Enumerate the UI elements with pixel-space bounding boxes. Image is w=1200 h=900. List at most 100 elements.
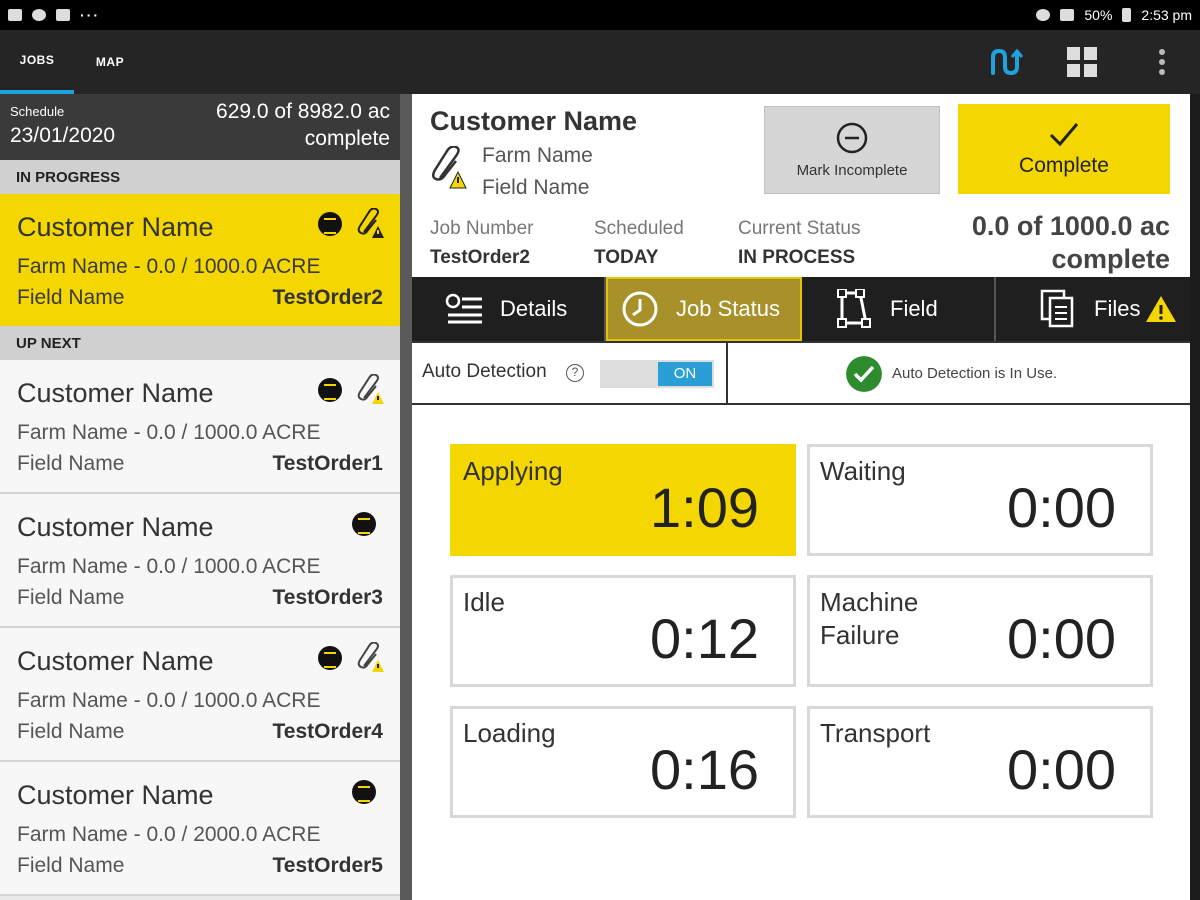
job-card[interactable]: Customer Name Farm Name - 0.0 / 1000.0 A… (0, 628, 400, 762)
attachment-warning-icon[interactable] (430, 146, 470, 190)
window-edge (1190, 94, 1200, 900)
details-list-icon (442, 289, 486, 329)
timer-idle[interactable]: Idle 0:12 (450, 575, 796, 687)
battery-percentage: 50% (1084, 7, 1113, 23)
job-order-number: TestOrder3 (272, 586, 384, 609)
clock-time: 2:53 pm (1141, 7, 1192, 23)
tab-job-status-label: Job Status (676, 296, 780, 321)
payment-icon (318, 212, 342, 236)
overflow-menu-button[interactable] (1142, 42, 1182, 82)
job-farm-acres: Farm Name - 0.0 / 1000.0 ACRE (17, 421, 321, 444)
payment-icon (352, 780, 376, 804)
moon-icon (32, 9, 46, 21)
payment-icon (318, 646, 342, 670)
job-progress-amount: 0.0 of 1000.0 ac (971, 211, 1170, 241)
job-customer-name: Customer Name (17, 212, 214, 242)
tab-jobs[interactable]: JOBS (0, 30, 74, 94)
tab-field[interactable]: Field (802, 277, 996, 341)
detail-tabbar: Details Job Status Field Files (412, 277, 1190, 341)
status-right-icons: 50% 2:53 pm (1036, 7, 1192, 23)
detail-field-name: Field Name (482, 176, 590, 199)
job-card[interactable]: Customer Name Farm Name - 0.0 / 1000.0 A… (0, 194, 400, 326)
timer-loading[interactable]: Loading 0:16 (450, 706, 796, 818)
grid-icon (1067, 47, 1097, 77)
timer-label: Transport (820, 718, 931, 748)
attachment-warning-icon (357, 208, 384, 238)
route-button[interactable] (986, 42, 1026, 82)
job-card[interactable]: Customer Name Farm Name - 0.0 / 2000.0 A… (0, 762, 400, 896)
section-header-up-next: UP NEXT (0, 326, 400, 360)
detail-customer-name: Customer Name (430, 106, 638, 136)
timer-value: 0:16 (650, 738, 759, 801)
grid-view-button[interactable] (1062, 42, 1102, 82)
timer-label: Idle (463, 587, 505, 617)
timer-value: 0:00 (1007, 476, 1116, 539)
tab-details[interactable]: Details (412, 277, 606, 341)
battery-icon (1122, 8, 1132, 22)
more-vertical-icon (1159, 49, 1165, 75)
field-boundary-icon (832, 289, 876, 329)
job-number-label: Job Number (430, 218, 534, 239)
job-number-value: TestOrder2 (430, 247, 530, 268)
timer-value: 0:12 (650, 607, 759, 670)
job-customer-name: Customer Name (17, 780, 214, 810)
more-notifications-icon: ··· (80, 7, 100, 23)
check-circle-icon (846, 356, 882, 392)
job-order-number: TestOrder4 (272, 720, 384, 743)
timer-machine-failure[interactable]: Machine Failure 0:00 (807, 575, 1153, 687)
clock-icon (618, 289, 662, 329)
timer-applying[interactable]: Applying 1:09 (450, 444, 796, 556)
job-field-name: Field Name (17, 452, 125, 475)
help-icon[interactable]: ? (566, 364, 584, 382)
tab-field-label: Field (890, 296, 938, 321)
scheduled-value: TODAY (594, 247, 659, 268)
job-farm-acres: Farm Name - 0.0 / 1000.0 ACRE (17, 555, 321, 578)
job-customer-name: Customer Name (17, 378, 214, 408)
job-field-name: Field Name (17, 586, 125, 609)
job-progress: 0.0 of 1000.0 ac complete (930, 210, 1170, 276)
timer-waiting[interactable]: Waiting 0:00 (807, 444, 1153, 556)
detail-farm-name: Farm Name (482, 144, 593, 167)
schedule-progress: 629.0 of 8982.0 ac complete (170, 98, 390, 152)
job-farm-acres: Farm Name - 0.0 / 2000.0 ACRE (17, 823, 321, 846)
mark-incomplete-label: Mark Incomplete (796, 161, 908, 179)
route-icon (991, 48, 1023, 76)
key-icon (56, 9, 70, 21)
job-customer-name: Customer Name (17, 646, 214, 676)
timer-label: Applying (463, 456, 563, 486)
panel-divider (400, 94, 412, 900)
tab-job-status[interactable]: Job Status (606, 277, 802, 341)
wifi-signal-icon (1060, 9, 1075, 21)
timer-value: 0:00 (1007, 738, 1116, 801)
mark-incomplete-button[interactable]: Mark Incomplete (764, 106, 940, 194)
minus-circle-icon (836, 122, 868, 153)
tab-files-label: Files (1094, 296, 1141, 321)
job-field-name: Field Name (17, 720, 125, 743)
auto-row-divider (726, 343, 728, 405)
schedule-label: Schedule (10, 104, 65, 119)
job-card[interactable]: Customer Name Farm Name - 0.0 / 1000.0 A… (0, 494, 400, 628)
tab-files[interactable]: Files (996, 277, 1190, 341)
timer-transport[interactable]: Transport 0:00 (807, 706, 1153, 818)
timer-value: 1:09 (650, 476, 759, 539)
schedule-date[interactable]: 23/01/2020 (10, 124, 115, 148)
payment-icon (352, 512, 376, 536)
auto-detection-toggle[interactable]: ON (600, 360, 714, 388)
auto-detection-status: Auto Detection is In Use. (892, 365, 1058, 382)
schedule-progress-amount: 629.0 of 8982.0 ac (216, 100, 390, 123)
job-card[interactable]: Customer Name Farm Name - 0.0 / 1000.0 A… (0, 360, 400, 494)
job-order-number: TestOrder1 (272, 452, 384, 475)
complete-label: Complete (1019, 154, 1109, 177)
schedule-summary: Schedule 23/01/2020 629.0 of 8982.0 ac c… (0, 94, 400, 160)
timer-label: Machine Failure (820, 587, 919, 650)
complete-button[interactable]: Complete (958, 104, 1170, 194)
app-bar: JOBS MAP (0, 30, 1200, 94)
job-farm-acres: Farm Name - 0.0 / 1000.0 ACRE (17, 689, 321, 712)
gallery-icon (8, 9, 22, 21)
system-status-bar: ··· 50% 2:53 pm (0, 0, 1200, 30)
timer-label: Loading (463, 718, 556, 748)
job-order-number: TestOrder2 (272, 286, 384, 309)
job-field-name: Field Name (17, 854, 125, 877)
timer-value: 0:00 (1007, 607, 1116, 670)
tab-map[interactable]: MAP (74, 30, 146, 94)
